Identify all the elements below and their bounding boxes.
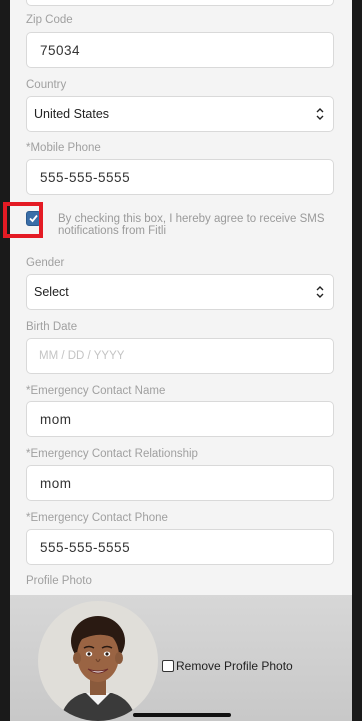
checkbox-highlight-box (3, 202, 43, 238)
gender-label: Gender (26, 257, 65, 269)
country-label: Country (26, 79, 67, 91)
country-select[interactable]: United States (26, 96, 334, 132)
emergency-contact-relationship-label: *Emergency Contact Relationship (26, 448, 198, 460)
emergency-contact-relationship-value: mom (40, 475, 72, 491)
remove-profile-photo-checkbox[interactable] (162, 660, 174, 672)
profile-photo-avatar[interactable] (38, 601, 158, 721)
emergency-contact-phone-value: 555-555-5555 (40, 539, 131, 555)
chevron-up-down-icon (316, 108, 324, 120)
sms-consent-text: By checking this box, I hereby agree to … (58, 213, 325, 237)
zip-code-label: Zip Code (26, 14, 73, 26)
home-indicator-bar (133, 713, 231, 717)
emergency-contact-relationship-input[interactable]: mom (26, 465, 334, 501)
profile-photo-label: Profile Photo (26, 575, 92, 587)
remove-profile-photo-label: Remove Profile Photo (176, 659, 293, 673)
emergency-contact-name-value: mom (40, 411, 72, 427)
birth-date-label: Birth Date (26, 321, 78, 333)
emergency-contact-name-label: *Emergency Contact Name (26, 385, 166, 397)
chevron-up-down-icon (316, 286, 324, 298)
mobile-phone-value: 555-555-5555 (40, 169, 131, 185)
birth-date-placeholder: MM / DD / YYYY (39, 350, 125, 362)
zip-code-input[interactable]: 75034 (26, 32, 334, 68)
gender-value: Select (34, 285, 69, 299)
emergency-contact-phone-label: *Emergency Contact Phone (26, 512, 168, 524)
birth-date-input[interactable]: MM / DD / YYYY (26, 338, 334, 374)
gender-select[interactable]: Select (26, 274, 334, 310)
remove-profile-photo-option[interactable]: Remove Profile Photo (162, 659, 293, 673)
mobile-phone-input[interactable]: 555-555-5555 (26, 159, 334, 195)
avatar-illustration (60, 616, 136, 721)
mobile-phone-label: *Mobile Phone (26, 142, 101, 154)
country-value: United States (34, 107, 110, 121)
registration-form-panel: Zip Code 75034 Country United States *Mo… (10, 0, 352, 721)
emergency-contact-name-input[interactable]: mom (26, 401, 334, 437)
zip-code-value: 75034 (40, 42, 81, 58)
previous-field-input[interactable] (26, 0, 334, 6)
emergency-contact-phone-input[interactable]: 555-555-5555 (26, 529, 334, 565)
